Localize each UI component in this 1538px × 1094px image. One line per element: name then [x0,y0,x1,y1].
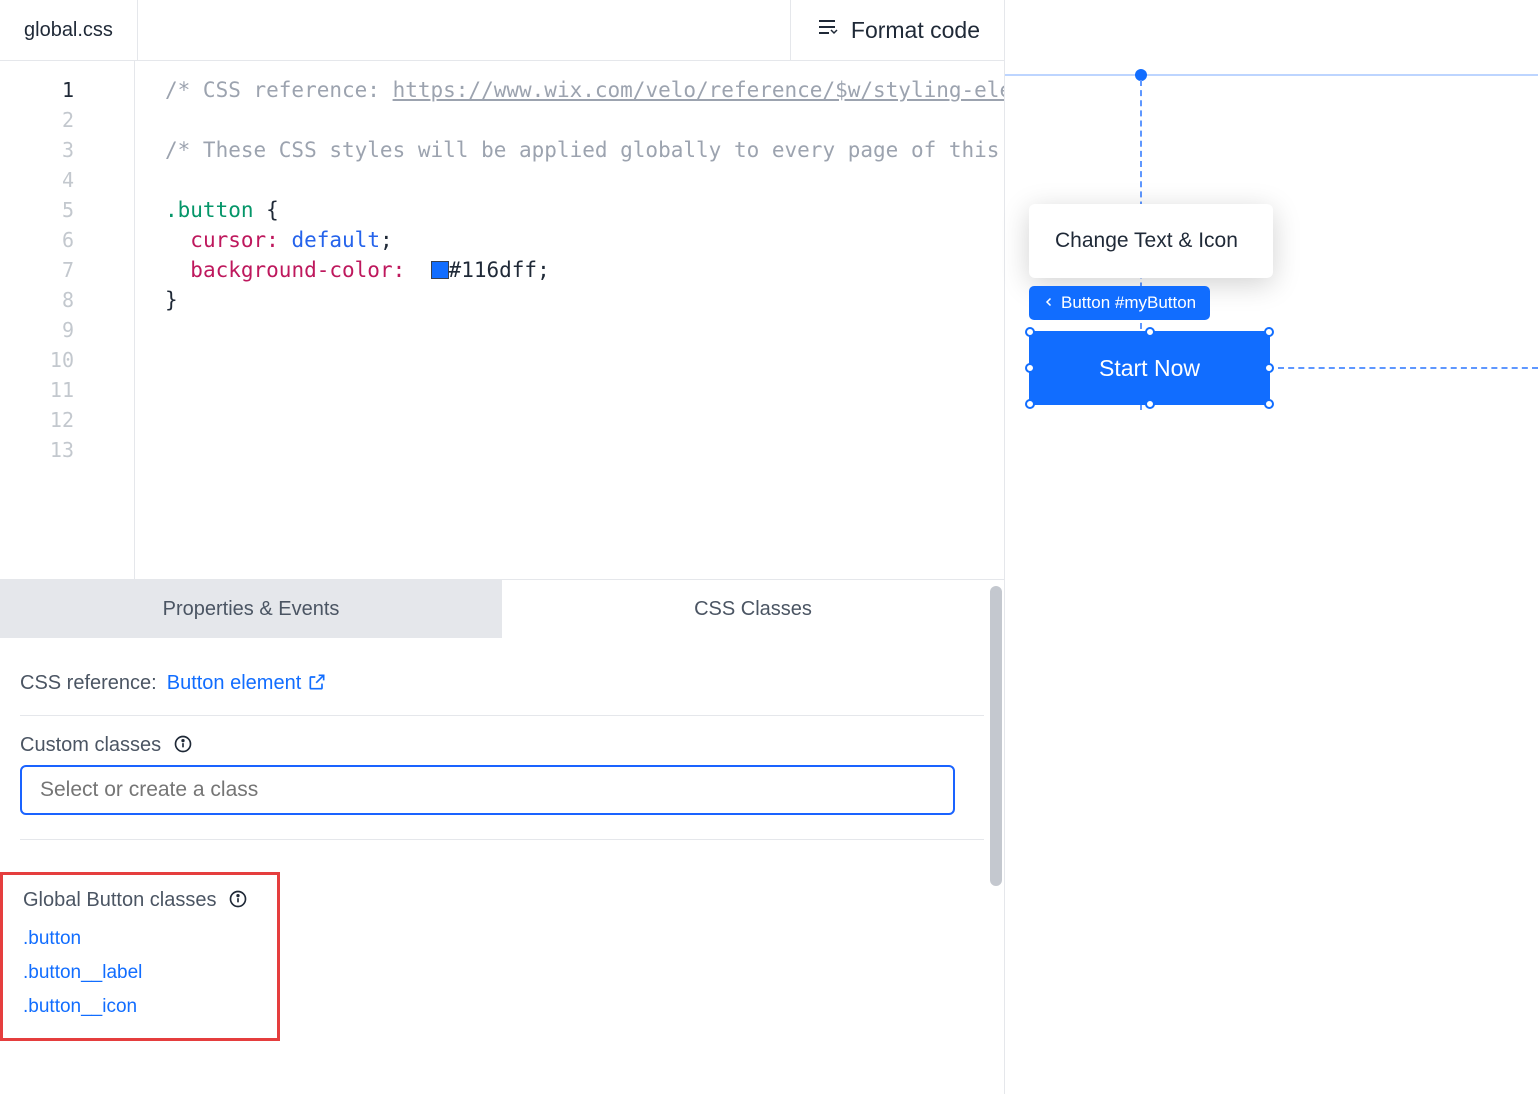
custom-classes-label: Custom classes [20,734,161,757]
code-selector: .button [165,198,254,222]
resize-handle[interactable] [1145,327,1155,337]
canvas[interactable]: Change Text & Icon Button #myButton Star… [1005,0,1538,1094]
file-tab[interactable]: global.css [0,0,138,60]
global-classes-box: Global Button classes .button .button__l… [0,872,280,1041]
global-classes-title: Global Button classes [23,889,216,912]
resize-handle[interactable] [1025,363,1035,373]
resize-handle[interactable] [1145,399,1155,409]
resize-handle[interactable] [1025,399,1035,409]
code-comment: /* These CSS styles will be applied glob… [165,138,1004,162]
info-icon[interactable] [173,734,193,757]
editor-pane: global.css Format code 1 2 3 4 5 6 [0,0,1005,1094]
global-class-item[interactable]: .button [23,922,277,956]
line-gutter: 1 2 3 4 5 6 7 8 9 10 11 12 13 [0,61,135,579]
change-text-popup[interactable]: Change Text & Icon [1029,204,1273,278]
panel-tabs: Properties & Events CSS Classes [0,580,1004,638]
code-link[interactable]: https://www.wix.com/velo/reference/$w/st… [393,78,1004,102]
tab-bar: global.css Format code [0,0,1004,61]
code-prop: background-color [190,258,392,282]
external-link-icon [307,672,327,694]
code-prop: cursor [190,228,266,252]
code-area[interactable]: 1 2 3 4 5 6 7 8 9 10 11 12 13 /* CSS ref… [0,61,1004,579]
format-code-button[interactable]: Format code [790,0,1004,60]
resize-handle[interactable] [1264,399,1274,409]
scrollbar[interactable] [990,586,1002,886]
global-class-item[interactable]: .button__label [23,956,277,990]
css-reference-label: CSS reference: [20,672,157,695]
tab-properties-events[interactable]: Properties & Events [0,580,502,638]
selection-outline [1029,331,1270,405]
breadcrumb-label: Button #myButton [1061,293,1196,313]
color-swatch[interactable] [431,261,449,279]
css-reference-link[interactable]: Button element [167,672,327,695]
properties-panel: Properties & Events CSS Classes CSS refe… [0,579,1004,1094]
format-code-label: Format code [851,17,980,44]
custom-class-input[interactable] [20,765,955,815]
element-breadcrumb[interactable]: Button #myButton [1029,286,1210,320]
code-content[interactable]: /* CSS reference: https://www.wix.com/ve… [135,61,1004,579]
global-class-item[interactable]: .button__icon [23,990,277,1024]
format-icon [815,15,839,45]
resize-handle[interactable] [1264,363,1274,373]
code-comment: /* CSS reference: [165,78,393,102]
info-icon[interactable] [228,889,248,912]
code-value: #116dff [449,258,538,282]
code-value: default [291,228,380,252]
resize-handle[interactable] [1264,327,1274,337]
tab-css-classes[interactable]: CSS Classes [502,580,1004,638]
ruler[interactable] [1005,74,1538,76]
chevron-left-icon [1043,293,1055,313]
resize-handle[interactable] [1025,327,1035,337]
guide-horizontal [1278,367,1538,369]
